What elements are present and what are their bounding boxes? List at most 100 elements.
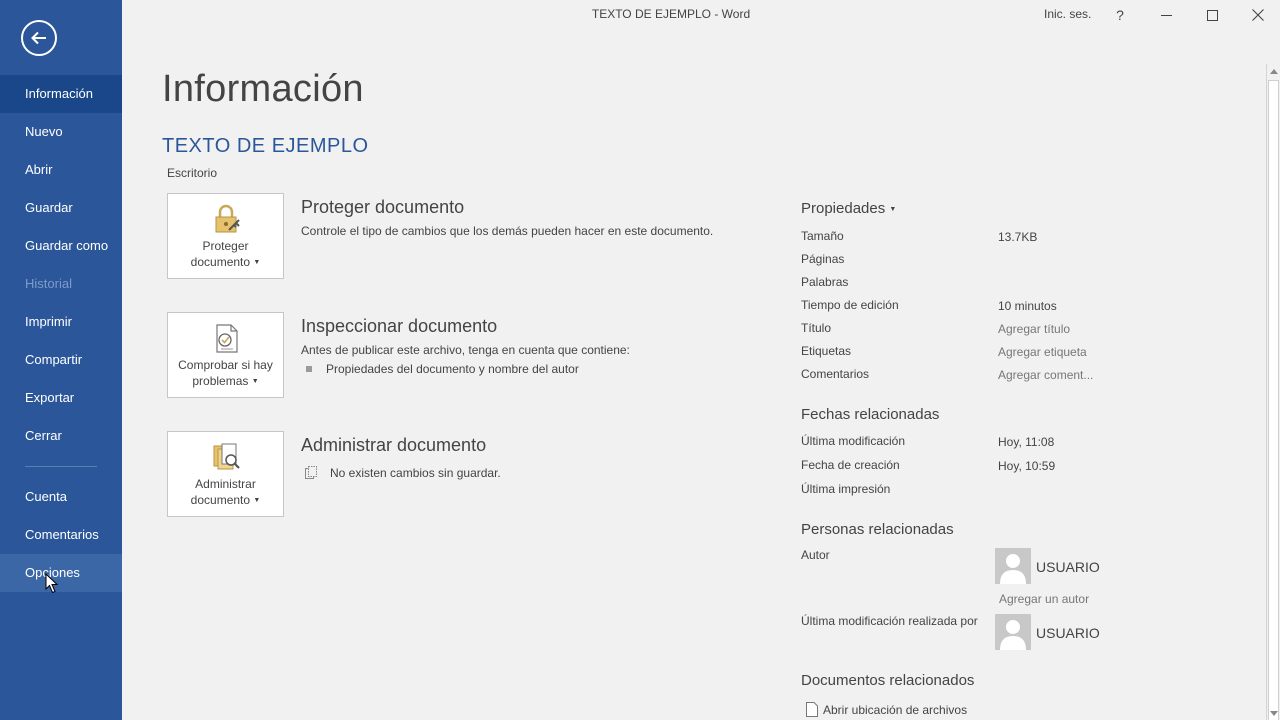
- protect-description: Controle el tipo de cambios que los demá…: [301, 224, 714, 238]
- author-avatar[interactable]: [995, 548, 1031, 584]
- scroll-up-button[interactable]: [1267, 64, 1280, 78]
- bullet-icon: [306, 366, 312, 372]
- close-button[interactable]: [1235, 0, 1280, 30]
- prop-label-title: Título: [801, 321, 832, 335]
- protect-document-button[interactable]: Proteger documento ▼: [167, 193, 284, 279]
- chevron-down-icon: [1269, 710, 1278, 716]
- nav-item-abrir[interactable]: Abrir: [0, 151, 122, 189]
- vertical-scrollbar[interactable]: [1266, 64, 1280, 720]
- nav-item-cerrar[interactable]: Cerrar: [0, 417, 122, 455]
- nav-item-imprimir[interactable]: Imprimir: [0, 303, 122, 341]
- prop-value-edit-time: 10 minutos: [998, 299, 1057, 313]
- minimize-button[interactable]: [1143, 0, 1189, 30]
- modified-by-label: Última modificación realizada por: [801, 614, 978, 628]
- title-bar: TEXTO DE EJEMPLO - Word Inic. ses. ?: [122, 0, 1280, 30]
- manage-document-icon: [213, 443, 240, 470]
- tile-label-line1: Proteger: [202, 239, 249, 253]
- manage-status: No existen cambios sin guardar.: [301, 466, 501, 480]
- manage-status-text: No existen cambios sin guardar.: [330, 466, 501, 480]
- tile-label: Proteger documento ▼: [170, 238, 281, 271]
- inspect-description: Antes de publicar este archivo, tenga en…: [301, 343, 630, 357]
- document-title: TEXTO DE EJEMPLO: [162, 135, 369, 157]
- user-silhouette-icon: [1000, 620, 1026, 650]
- date-label-modified: Última modificación: [801, 434, 906, 448]
- properties-dropdown[interactable]: Propiedades ▼: [801, 200, 896, 217]
- date-value-modified: Hoy, 11:08: [998, 435, 1055, 449]
- related-documents-heading: Documentos relacionados: [801, 672, 975, 689]
- help-button[interactable]: ?: [1097, 0, 1143, 30]
- back-button[interactable]: [21, 20, 57, 56]
- prop-label-edit-time: Tiempo de edición: [801, 298, 899, 312]
- minimize-icon: [1160, 14, 1172, 16]
- nav-item-nuevo[interactable]: Nuevo: [0, 113, 122, 151]
- prop-label-tags: Etiquetas: [801, 344, 852, 358]
- sign-in-link[interactable]: Inic. ses.: [1044, 7, 1091, 21]
- prop-value-title-input[interactable]: Agregar título: [998, 322, 1070, 336]
- inspect-heading: Inspeccionar documento: [301, 316, 498, 336]
- dropdown-caret-icon: ▼: [253, 497, 261, 504]
- check-issues-button[interactable]: Comprobar si hay problemas ▼: [167, 312, 284, 398]
- properties-heading: Propiedades: [801, 200, 886, 217]
- related-people-heading: Personas relacionadas: [801, 521, 954, 538]
- tile-icon-wrap: [168, 440, 283, 474]
- open-file-location-link[interactable]: Abrir ubicación de archivos: [806, 702, 967, 717]
- help-icon: ?: [1116, 7, 1124, 23]
- modified-by-name[interactable]: USUARIO: [1036, 625, 1100, 641]
- user-silhouette-icon: [1000, 554, 1026, 584]
- nav-item-guardar-como[interactable]: Guardar como: [0, 227, 122, 265]
- prop-label-comments: Comentarios: [801, 367, 870, 381]
- prop-label-size: Tamaño: [801, 229, 844, 243]
- prop-label-words: Palabras: [801, 275, 849, 289]
- open-file-location-text: Abrir ubicación de archivos: [823, 702, 968, 717]
- close-icon: [1252, 9, 1264, 21]
- document-icon: [806, 702, 818, 717]
- author-label: Autor: [801, 548, 830, 562]
- tile-label-line2: problemas: [192, 374, 249, 388]
- nav-item-historial: Historial: [25, 276, 72, 291]
- inspect-bullet-text: Propiedades del documento y nombre del a…: [326, 362, 579, 376]
- nav-item-informacion[interactable]: Información: [0, 75, 122, 113]
- add-author-link[interactable]: Agregar un autor: [999, 592, 1089, 606]
- date-value-created: Hoy, 10:59: [998, 459, 1056, 473]
- backstage-nav: Información Nuevo Abrir Guardar Guardar …: [0, 75, 122, 592]
- tile-label-line1: Administrar: [195, 477, 256, 491]
- tile-icon-wrap: [168, 321, 283, 355]
- nav-item-comentarios[interactable]: Comentarios: [0, 516, 122, 554]
- related-dates-heading: Fechas relacionadas: [801, 406, 940, 423]
- nav-item-guardar[interactable]: Guardar: [0, 189, 122, 227]
- maximize-icon: [1206, 9, 1218, 21]
- chevron-up-icon: [1269, 68, 1278, 74]
- prop-value-comments-input[interactable]: Agregar coment...: [998, 368, 1093, 382]
- tile-label-line2: documento: [190, 255, 251, 269]
- author-name[interactable]: USUARIO: [1036, 559, 1100, 575]
- document-location[interactable]: Escritorio: [167, 166, 217, 180]
- prop-value-size: 13.7KB: [998, 230, 1038, 244]
- date-label-printed: Última impresión: [801, 482, 891, 496]
- tile-label: Comprobar si hay problemas ▼: [170, 357, 281, 390]
- dropdown-caret-icon: ▼: [253, 259, 261, 266]
- scroll-down-button[interactable]: [1267, 706, 1280, 720]
- page-title: Información: [162, 68, 364, 110]
- lock-key-icon: [215, 204, 240, 233]
- dropdown-caret-icon: ▼: [889, 206, 897, 213]
- tile-icon-wrap: [168, 202, 283, 236]
- modified-by-avatar[interactable]: [995, 614, 1031, 650]
- maximize-button[interactable]: [1189, 0, 1235, 30]
- arrow-left-icon: [31, 31, 46, 45]
- prop-value-tags-input[interactable]: Agregar etiqueta: [998, 345, 1087, 359]
- protect-heading: Proteger documento: [301, 197, 465, 217]
- scroll-thumb[interactable]: [1268, 80, 1279, 720]
- manage-document-button[interactable]: Administrar documento ▼: [167, 431, 284, 517]
- nav-item-exportar[interactable]: Exportar: [0, 379, 122, 417]
- inspect-document-icon: [215, 324, 238, 353]
- nav-item-compartir[interactable]: Compartir: [0, 341, 122, 379]
- date-label-created: Fecha de creación: [801, 458, 900, 472]
- tile-label-line1: Comprobar si hay: [178, 358, 273, 372]
- nav-item-opciones[interactable]: Opciones: [0, 554, 122, 592]
- nav-divider: [25, 466, 97, 467]
- document-copies-icon: [305, 466, 317, 479]
- inspect-bullet-item: Propiedades del documento y nombre del a…: [301, 362, 579, 376]
- tile-label: Administrar documento ▼: [170, 476, 281, 509]
- nav-item-cuenta[interactable]: Cuenta: [0, 478, 122, 516]
- backstage-sidebar: Información Nuevo Abrir Guardar Guardar …: [0, 0, 122, 720]
